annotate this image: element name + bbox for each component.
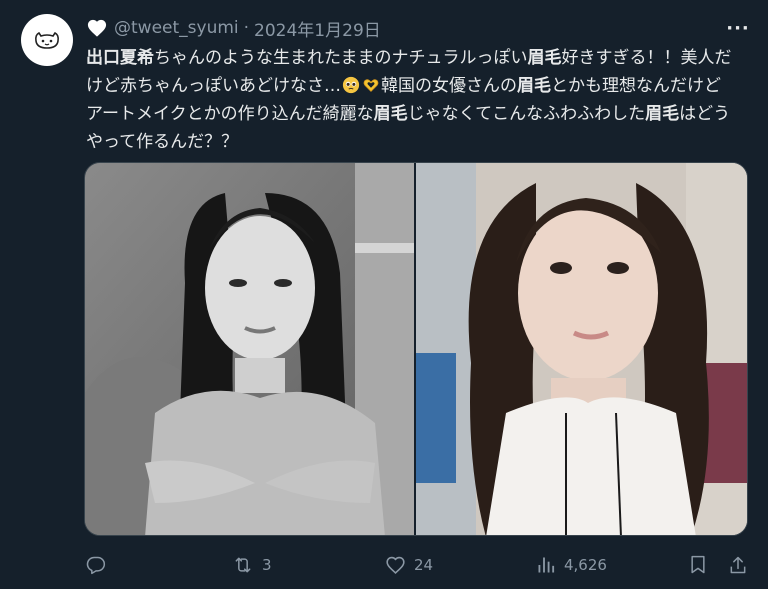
retweet-icon (235, 557, 251, 573)
tweet-text: 出口夏希ちゃんのような生まれたままのナチュラルっぽい眉毛好きすぎる！！美人だけど… (86, 44, 736, 156)
heart-icon (86, 18, 108, 38)
photo-monochrome-portrait[interactable] (85, 163, 414, 535)
bold-text-segment: 眉毛 (645, 104, 680, 124)
more-icon: ··· (726, 17, 750, 39)
tweet-card: @tweet_syumi · 2024年1月29日 ··· 出口夏希ちゃんのよう… (0, 0, 768, 589)
like-icon (386, 556, 405, 574)
text-segment: 韓国の女優さんの (381, 76, 517, 96)
header-separator: · (243, 18, 250, 38)
avatar[interactable] (21, 14, 73, 66)
like-count: 24 (414, 556, 434, 574)
views-icon (538, 557, 555, 573)
bookmark-icon (691, 555, 705, 574)
text-segment: じゃなくてこんなふわふわした (407, 104, 646, 124)
bold-text-segment: 眉毛 (517, 76, 551, 96)
tweet-header: @tweet_syumi · 2024年1月29日 (86, 16, 381, 41)
reply-button[interactable] (86, 552, 114, 578)
tweet-date[interactable]: 2024年1月29日 (254, 16, 381, 41)
bold-text-segment: 出口夏希 (86, 48, 154, 68)
reply-icon (86, 556, 106, 575)
action-bar: 3 24 4,626 (0, 552, 768, 578)
retweet-button[interactable]: 3 (232, 552, 272, 578)
bookmark-button[interactable] (689, 552, 707, 578)
media-grid (84, 162, 748, 536)
more-options-button[interactable]: ··· (726, 17, 750, 39)
bold-text-segment: 眉毛 (373, 104, 408, 124)
views-button[interactable]: 4,626 (536, 552, 607, 578)
bold-text-segment: 眉毛 (527, 48, 562, 68)
cat-logo-icon (35, 31, 59, 49)
views-count: 4,626 (564, 556, 607, 574)
text-segment: ちゃんのような生まれたままのナチュラルっぽい (154, 48, 528, 68)
share-icon (730, 556, 746, 574)
share-button[interactable] (728, 552, 748, 578)
retweet-count: 3 (262, 556, 272, 574)
user-handle[interactable]: @tweet_syumi (114, 18, 239, 38)
pleading-face-emoji-icon (342, 75, 360, 94)
photo-color-selfie[interactable] (416, 163, 747, 535)
like-button[interactable]: 24 (385, 552, 433, 578)
heart-hands-emoji-icon (362, 75, 380, 93)
